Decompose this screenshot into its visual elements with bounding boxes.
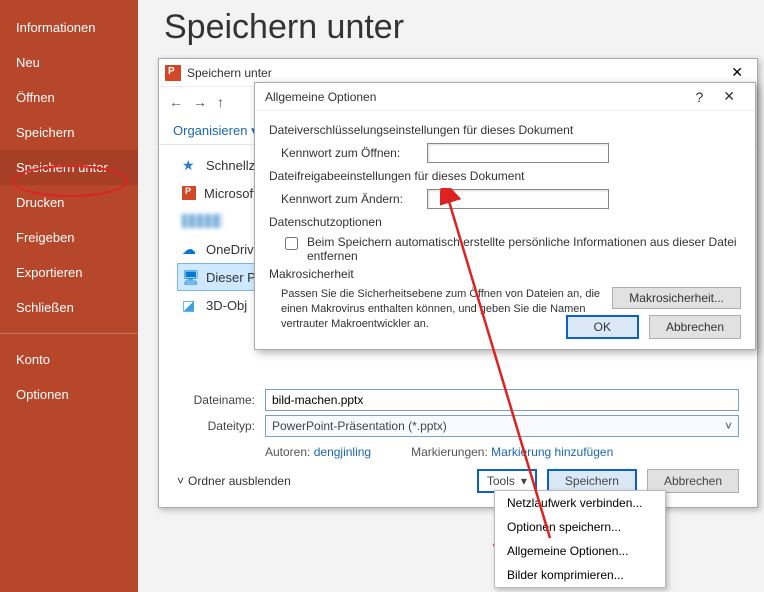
- password-modify-label: Kennwort zum Ändern:: [281, 192, 419, 206]
- tools-item-save-options[interactable]: Optionen speichern...: [495, 515, 665, 539]
- sidebar-item-save[interactable]: Speichern: [0, 115, 138, 150]
- authors-label: Autoren:: [265, 445, 310, 459]
- help-icon[interactable]: ?: [685, 87, 713, 107]
- filetype-label: Dateityp:: [177, 419, 259, 433]
- macro-note: Passen Sie die Sicherheitsebene zum Öffn…: [281, 287, 602, 332]
- ok-button[interactable]: OK: [566, 315, 639, 339]
- monitor-icon: 🖥: [182, 269, 198, 285]
- close-icon[interactable]: ✕: [723, 62, 751, 83]
- options-titlebar: Allgemeine Optionen ? ✕: [255, 83, 755, 111]
- blurred-icon: [182, 214, 222, 228]
- password-modify-input[interactable]: [427, 189, 609, 209]
- password-open-input[interactable]: [427, 143, 609, 163]
- options-title: Allgemeine Optionen: [265, 90, 376, 104]
- place-label: OneDrive: [206, 242, 261, 257]
- filename-input[interactable]: [265, 389, 739, 411]
- backstage-sidebar: Informationen Neu Öffnen Speichern Speic…: [0, 0, 138, 592]
- sidebar-item-new[interactable]: Neu: [0, 45, 138, 80]
- privacy-section-label: Datenschutzoptionen: [269, 215, 741, 229]
- tools-item-compress-pictures[interactable]: Bilder komprimieren...: [495, 563, 665, 587]
- sidebar-item-print[interactable]: Drucken: [0, 185, 138, 220]
- dialog-bottom: Dateiname: Dateityp: PowerPoint-Präsenta…: [159, 379, 757, 507]
- powerpoint-icon: [182, 186, 196, 200]
- cloud-icon: ☁: [182, 241, 198, 257]
- nav-forward-icon[interactable]: →: [193, 94, 207, 110]
- place-label: 3D-Obj: [206, 298, 247, 313]
- privacy-checkbox-label: Beim Speichern automatisch erstellte per…: [307, 235, 741, 263]
- options-body: Dateiverschlüsselungseinstellungen für d…: [255, 111, 755, 340]
- privacy-checkbox[interactable]: [285, 237, 298, 250]
- cube-icon: ◪: [182, 297, 198, 313]
- sidebar-item-share[interactable]: Freigeben: [0, 220, 138, 255]
- macro-security-button[interactable]: Makrosicherheit...: [612, 287, 741, 309]
- filetype-combo[interactable]: PowerPoint-Präsentation (*.pptx) ˅: [265, 415, 739, 437]
- powerpoint-icon: [165, 65, 181, 81]
- chevron-down-icon: ˅: [725, 419, 732, 433]
- password-open-label: Kennwort zum Öffnen:: [281, 146, 419, 160]
- star-icon: ★: [182, 157, 198, 173]
- close-icon[interactable]: ✕: [713, 86, 745, 107]
- dialog-title: Speichern unter: [187, 66, 272, 80]
- sidebar-item-export[interactable]: Exportieren: [0, 255, 138, 290]
- sidebar-item-info[interactable]: Informationen: [0, 10, 138, 45]
- tools-item-map-drive[interactable]: Netzlaufwerk verbinden...: [495, 491, 665, 515]
- general-options-dialog: Allgemeine Optionen ? ✕ Dateiverschlüsse…: [254, 82, 756, 350]
- filetype-value: PowerPoint-Präsentation (*.pptx): [272, 419, 447, 433]
- hide-folders-toggle[interactable]: ˅Ordner ausblenden: [177, 474, 291, 488]
- sidebar-item-open[interactable]: Öffnen: [0, 80, 138, 115]
- sidebar-item-save-as[interactable]: Speichern unter: [0, 150, 138, 185]
- chevron-down-icon: ˅: [177, 474, 184, 488]
- tools-dropdown: Netzlaufwerk verbinden... Optionen speic…: [494, 490, 666, 588]
- place-label: Microsoft: [204, 186, 257, 201]
- page-title: Speichern unter: [164, 8, 404, 47]
- tags-value[interactable]: Markierung hinzufügen: [491, 445, 613, 459]
- chevron-down-icon: ▾: [521, 474, 527, 488]
- sidebar-item-account[interactable]: Konto: [0, 342, 138, 377]
- filename-label: Dateiname:: [177, 393, 259, 407]
- sidebar-item-options[interactable]: Optionen: [0, 377, 138, 412]
- authors-value[interactable]: dengjinling: [314, 445, 371, 459]
- sidebar-item-close[interactable]: Schließen: [0, 290, 138, 325]
- sharing-section-label: Dateifreigabeeinstellungen für dieses Do…: [269, 169, 741, 183]
- nav-up-icon[interactable]: ↑: [217, 94, 224, 110]
- nav-back-icon[interactable]: ←: [169, 94, 183, 110]
- encryption-section-label: Dateiverschlüsselungseinstellungen für d…: [269, 123, 741, 137]
- tools-item-general-options[interactable]: Allgemeine Optionen...: [495, 539, 665, 563]
- tags-label: Markierungen:: [411, 445, 488, 459]
- options-cancel-button[interactable]: Abbrechen: [649, 315, 741, 339]
- macro-section-label: Makrosicherheit: [269, 267, 741, 281]
